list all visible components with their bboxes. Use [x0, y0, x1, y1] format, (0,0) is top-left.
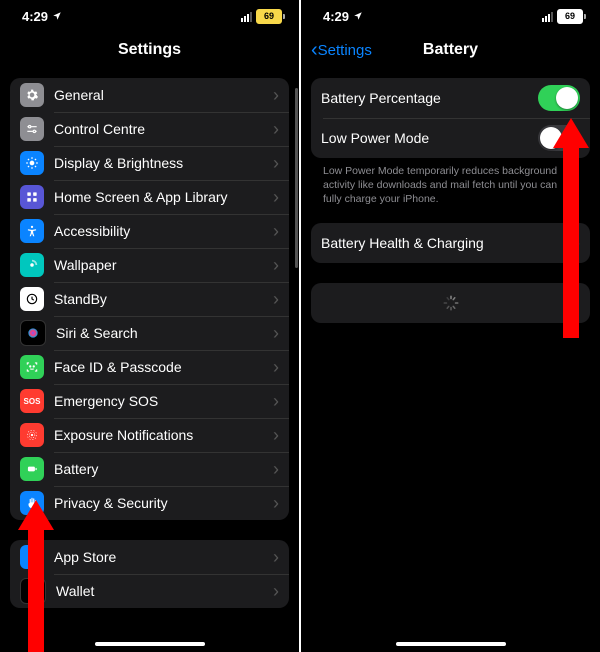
row-label: Privacy & Security — [54, 495, 267, 511]
settings-screen: 4:29 69 Settings General › — [0, 0, 299, 652]
status-time: 4:29 — [22, 9, 48, 24]
battery-icon: 69 — [256, 9, 285, 24]
row-label: Home Screen & App Library — [54, 189, 267, 205]
chevron-right-icon: › — [273, 460, 279, 478]
siri-icon — [20, 320, 46, 346]
grid-icon — [20, 185, 44, 209]
nav-header: Settings — [0, 32, 299, 68]
row-label: Face ID & Passcode — [54, 359, 267, 375]
row-label: Siri & Search — [56, 325, 267, 341]
settings-row-faceid[interactable]: Face ID & Passcode › — [10, 350, 289, 384]
chevron-right-icon: › — [273, 358, 279, 376]
wallpaper-icon — [20, 253, 44, 277]
chevron-right-icon: › — [273, 548, 279, 566]
chevron-right-icon: › — [273, 154, 279, 172]
battery-screen: 4:29 69 ‹ Settings Battery — [299, 0, 600, 652]
location-icon — [353, 9, 363, 24]
page-title: Settings — [118, 41, 181, 59]
home-indicator[interactable] — [95, 642, 205, 646]
row-label: Exposure Notifications — [54, 427, 267, 443]
chevron-right-icon: › — [273, 494, 279, 512]
row-label: StandBy — [54, 291, 267, 307]
settings-row-standby[interactable]: StandBy › — [10, 282, 289, 316]
settings-row-home-screen[interactable]: Home Screen & App Library › — [10, 180, 289, 214]
faceid-icon — [20, 355, 44, 379]
chevron-right-icon: › — [273, 392, 279, 410]
status-bar: 4:29 69 — [0, 0, 299, 32]
settings-row-display[interactable]: Display & Brightness › — [10, 146, 289, 180]
spinner-icon — [442, 294, 460, 312]
chevron-left-icon: ‹ — [311, 40, 318, 60]
battery-percentage-toggle[interactable] — [538, 85, 580, 111]
cellular-icon — [542, 11, 553, 22]
status-time: 4:29 — [323, 9, 349, 24]
settings-row-general[interactable]: General › — [10, 78, 289, 112]
accessibility-icon — [20, 219, 44, 243]
status-bar: 4:29 69 — [301, 0, 600, 32]
battery-row-icon — [20, 457, 44, 481]
battery-icon: 69 — [557, 9, 586, 24]
sos-icon: SOS — [20, 389, 44, 413]
chevron-right-icon: › — [273, 290, 279, 308]
chevron-right-icon: › — [273, 426, 279, 444]
chevron-right-icon: › — [273, 256, 279, 274]
settings-row-control-centre[interactable]: Control Centre › — [10, 112, 289, 146]
brightness-icon — [20, 151, 44, 175]
page-title: Battery — [423, 41, 478, 59]
row-label: Battery Percentage — [321, 90, 538, 106]
home-indicator[interactable] — [396, 642, 506, 646]
scroll-indicator[interactable] — [295, 88, 298, 268]
row-label: App Store — [54, 549, 267, 565]
row-label: General — [54, 87, 267, 103]
sliders-icon — [20, 117, 44, 141]
settings-row-sos[interactable]: SOS Emergency SOS › — [10, 384, 289, 418]
back-label: Settings — [318, 42, 372, 59]
nav-header: ‹ Settings Battery — [301, 32, 600, 68]
settings-row-battery[interactable]: Battery › — [10, 452, 289, 486]
chevron-right-icon: › — [273, 222, 279, 240]
chevron-right-icon: › — [273, 86, 279, 104]
chevron-right-icon: › — [273, 324, 279, 342]
chevron-right-icon: › — [273, 188, 279, 206]
row-battery-percentage[interactable]: Battery Percentage — [311, 78, 590, 118]
row-label: Wallpaper — [54, 257, 267, 273]
cellular-icon — [241, 11, 252, 22]
row-label: Display & Brightness — [54, 155, 267, 171]
annotation-arrow-right — [549, 118, 600, 338]
row-label: Emergency SOS — [54, 393, 267, 409]
chevron-right-icon: › — [273, 582, 279, 600]
settings-row-wallpaper[interactable]: Wallpaper › — [10, 248, 289, 282]
settings-row-exposure[interactable]: Exposure Notifications › — [10, 418, 289, 452]
clock-icon — [20, 287, 44, 311]
row-label: Accessibility — [54, 223, 267, 239]
exposure-icon — [20, 423, 44, 447]
row-label: Battery Health & Charging — [321, 235, 568, 251]
gear-icon — [20, 83, 44, 107]
row-label: Wallet — [56, 583, 267, 599]
annotation-arrow-left — [14, 500, 74, 652]
row-label: Battery — [54, 461, 267, 477]
settings-list-1: General › Control Centre › Display & Bri… — [10, 78, 289, 520]
settings-row-accessibility[interactable]: Accessibility › — [10, 214, 289, 248]
location-icon — [52, 9, 62, 24]
back-button[interactable]: ‹ Settings — [311, 40, 372, 60]
settings-row-siri[interactable]: Siri & Search › — [10, 316, 289, 350]
chevron-right-icon: › — [273, 120, 279, 138]
row-label: Low Power Mode — [321, 130, 538, 146]
row-label: Control Centre — [54, 121, 267, 137]
